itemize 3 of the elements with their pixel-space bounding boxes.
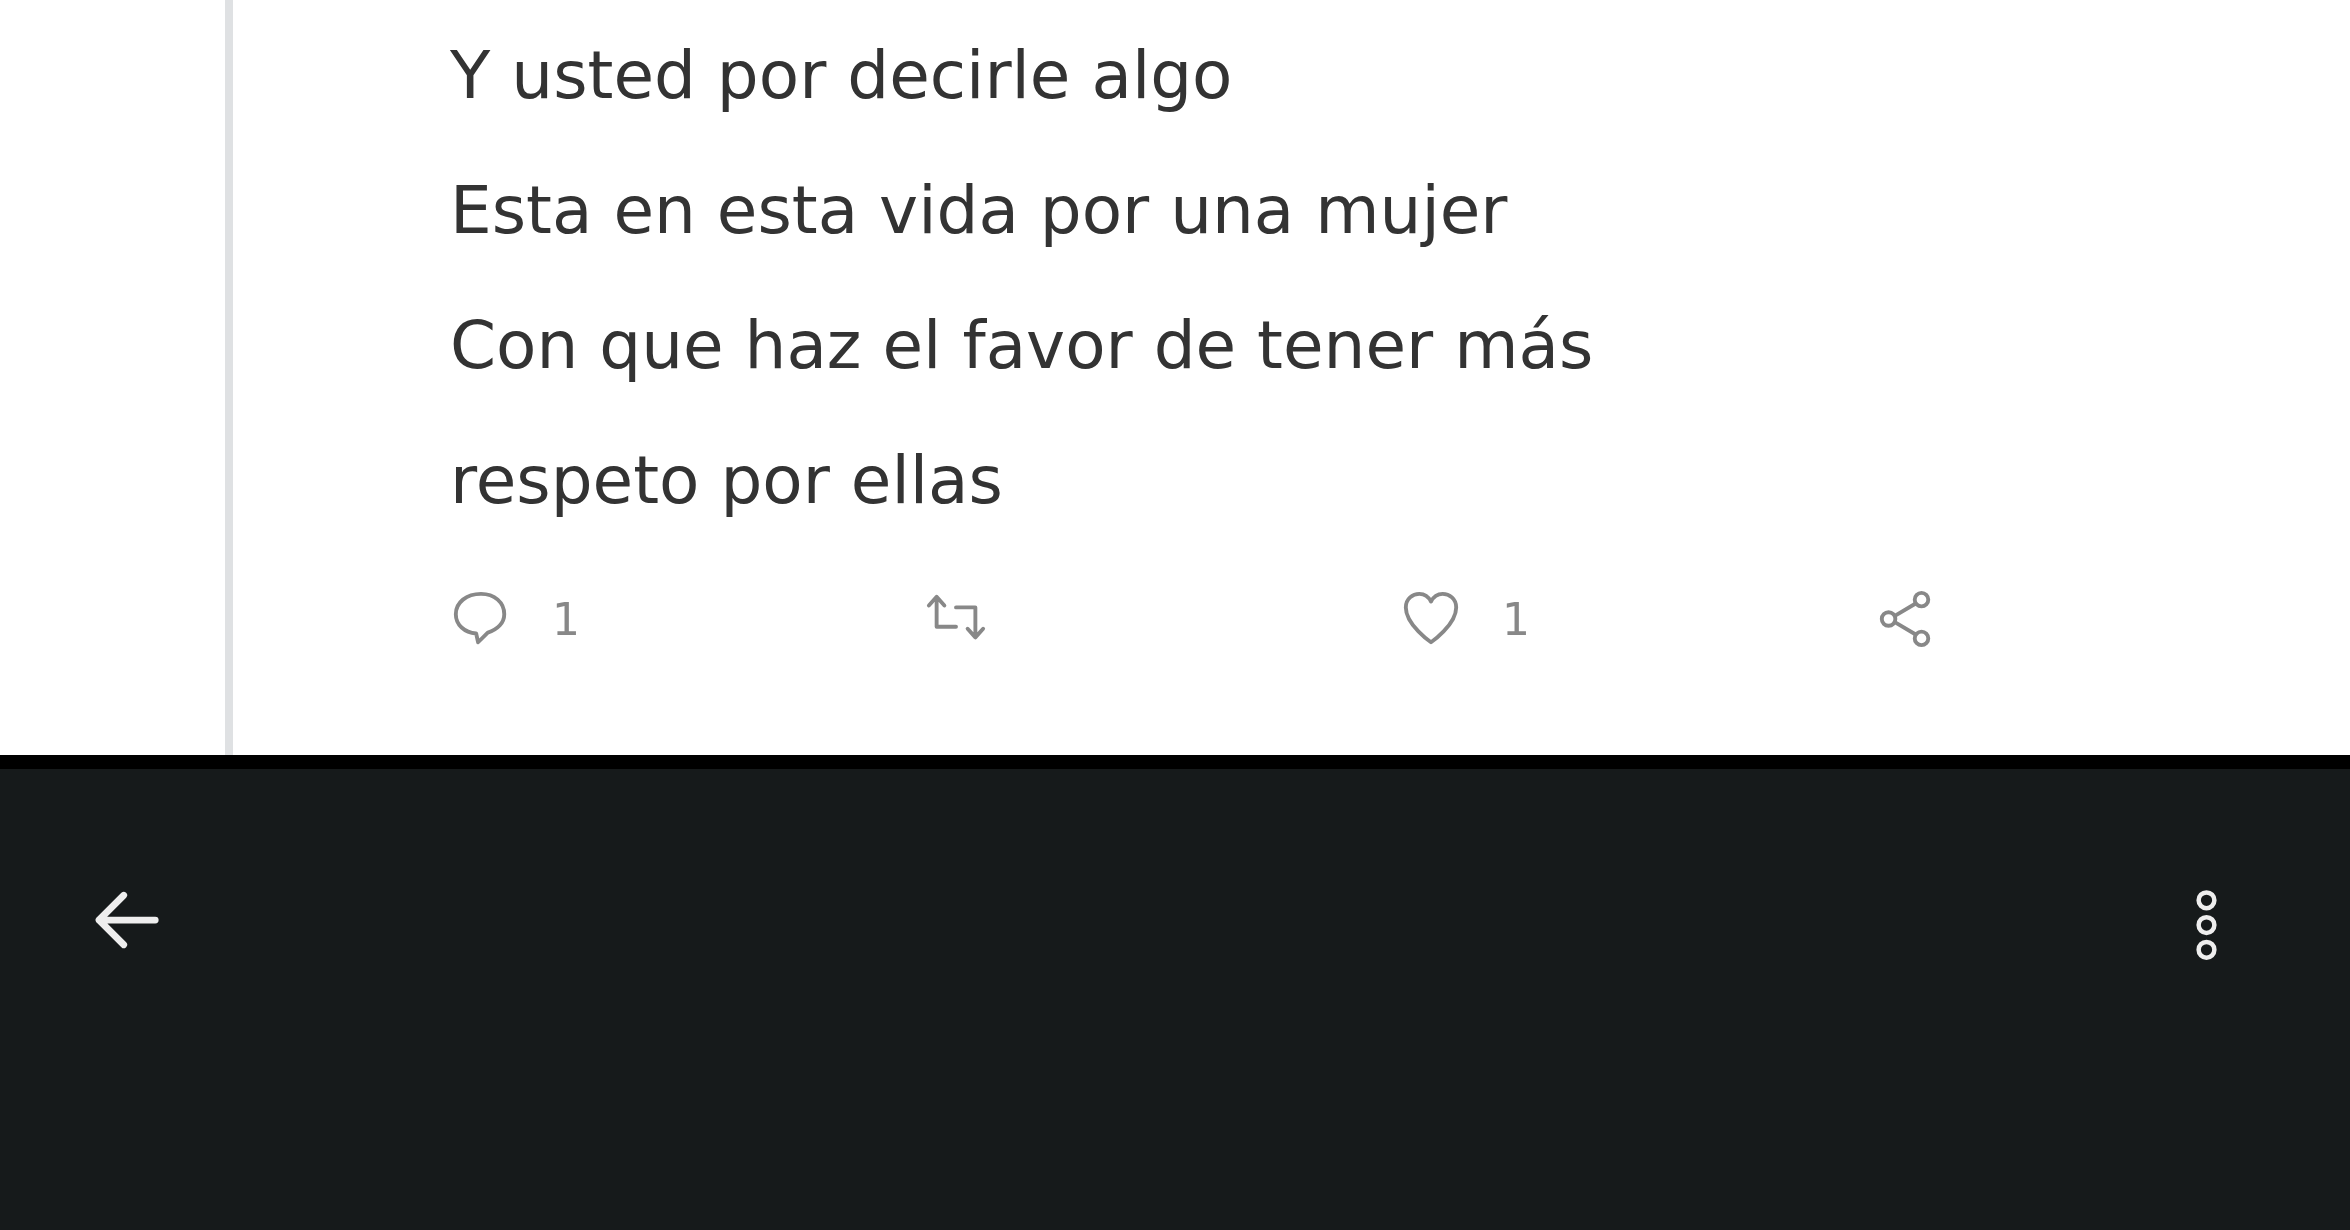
count: 1 [1502, 593, 1530, 645]
count: 1 [552, 593, 580, 645]
tweet-text: Y usted por decirle algo Esta en esta vida por una mujer Con que haz el favor de tener más respeto por ellas [450, 36, 1595, 521]
